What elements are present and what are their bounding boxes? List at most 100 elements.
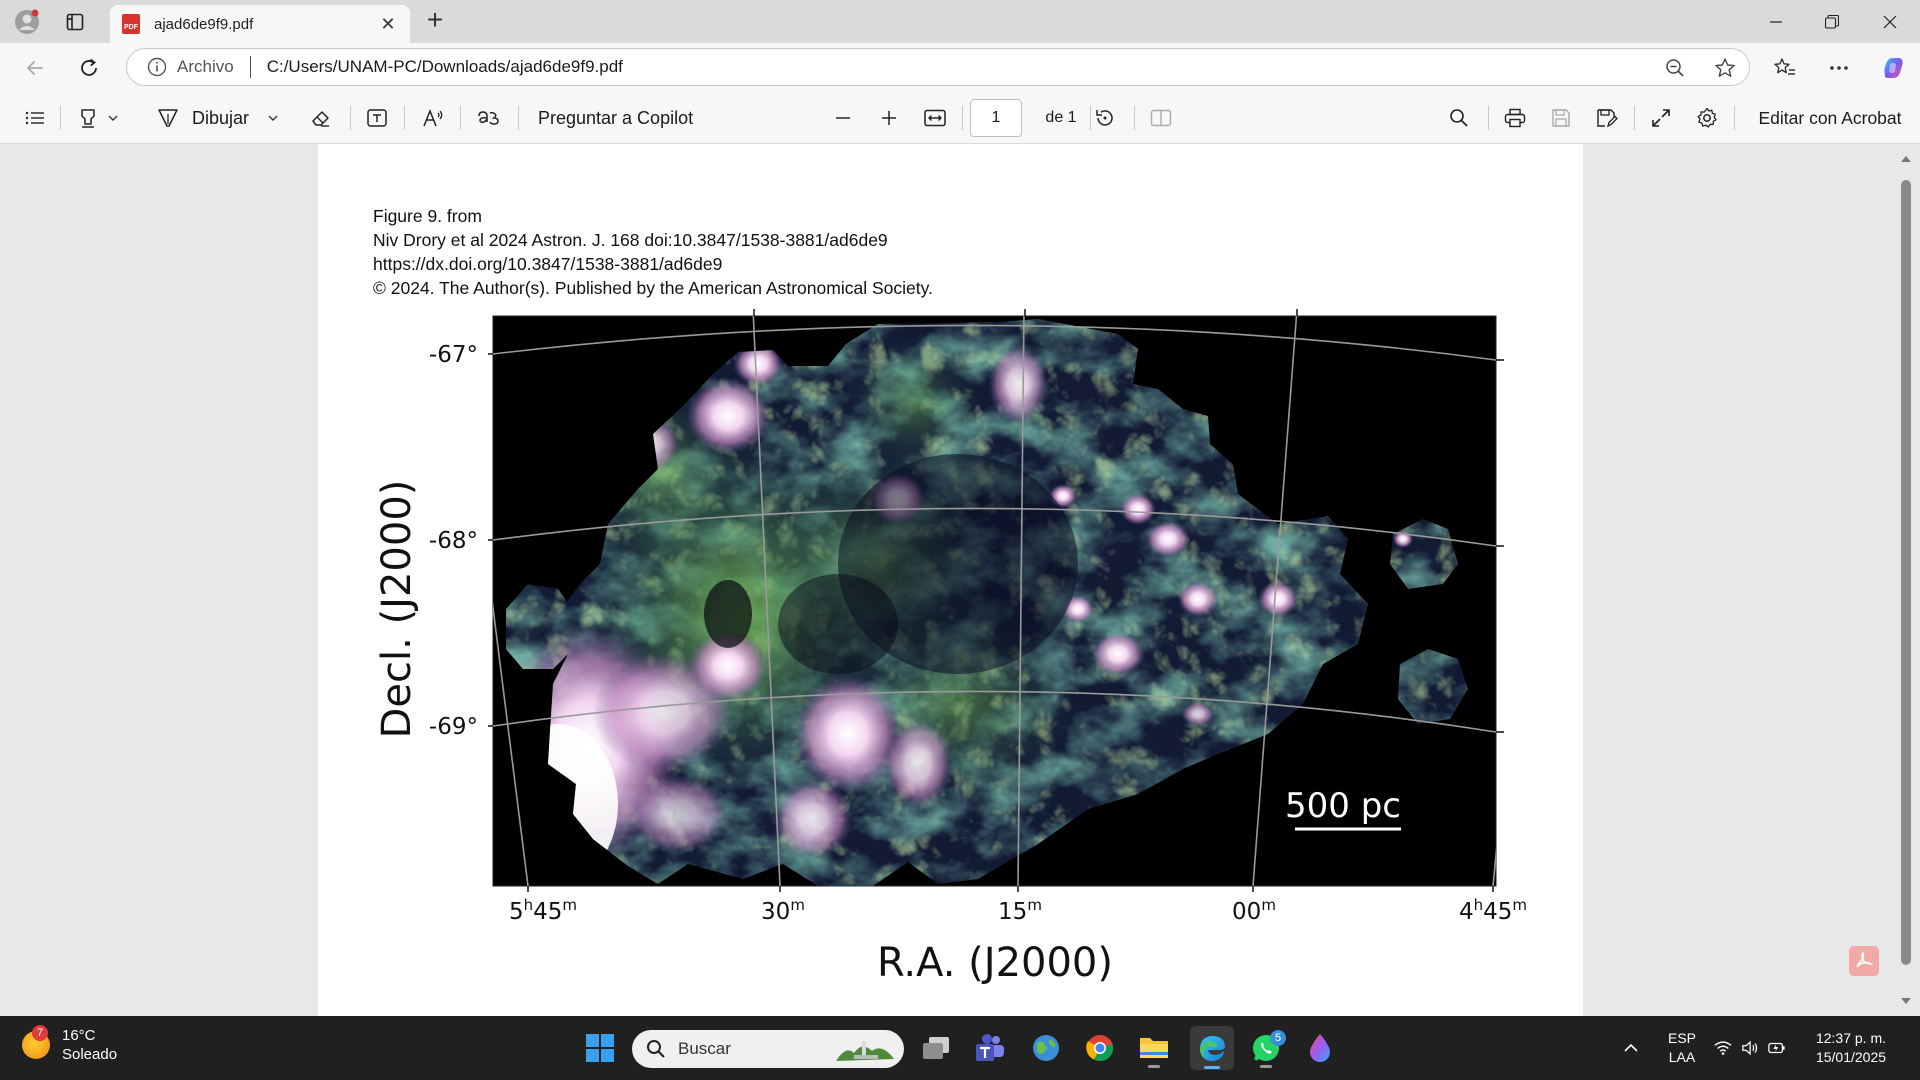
- fit-width-button[interactable]: [918, 101, 952, 135]
- scroll-down-icon[interactable]: [1899, 996, 1913, 1006]
- keyboard-layout-code: LAA: [1668, 1049, 1696, 1065]
- print-button[interactable]: [1498, 101, 1532, 135]
- close-window-button[interactable]: [1862, 0, 1918, 43]
- ask-copilot-button[interactable]: Preguntar a Copilot: [538, 101, 698, 135]
- printer-icon: [1504, 108, 1526, 128]
- toolbar-divider: [404, 106, 405, 130]
- tab-title: ajad6de9f9.pdf: [154, 15, 254, 33]
- zoom-button[interactable]: [1657, 49, 1693, 87]
- page-view-button[interactable]: [1144, 101, 1178, 135]
- file-explorer-button[interactable]: [1134, 1028, 1174, 1068]
- toolbar-divider: [1134, 106, 1135, 130]
- pdf-viewer-area[interactable]: Figure 9. from Niv Drory et al 2024 Astr…: [0, 144, 1920, 1016]
- add-text-button[interactable]: [360, 101, 394, 135]
- clock-button[interactable]: 12:37 p. m. 15/01/2025: [1796, 1016, 1906, 1080]
- two-page-icon: [1150, 109, 1172, 127]
- site-scheme-label: Archivo: [177, 57, 234, 76]
- draw-button[interactable]: Dibujar: [156, 101, 286, 135]
- tab-actions-button[interactable]: [58, 6, 92, 38]
- page-number-input[interactable]: 1: [970, 99, 1022, 137]
- folder-icon: [1140, 1038, 1168, 1058]
- new-tab-button[interactable]: +: [418, 5, 452, 39]
- color-drop-icon: [1310, 1034, 1330, 1062]
- search-highlight-illustration-icon: [836, 1041, 894, 1061]
- save-as-button[interactable]: [1590, 101, 1624, 135]
- read-aloud-button[interactable]: [416, 101, 450, 135]
- scrollbar-thumb[interactable]: [1901, 180, 1911, 965]
- info-icon: [147, 57, 167, 77]
- pdf-settings-button[interactable]: [1690, 101, 1724, 135]
- ra-tick-label-5h45m: 5h45m: [509, 896, 577, 925]
- title-bar: PDF ajad6de9f9.pdf ✕ +: [0, 0, 1920, 43]
- translate-button[interactable]: [472, 101, 506, 135]
- edge-button[interactable]: [1190, 1026, 1234, 1070]
- y-axis-title: Decl. (J2000): [374, 480, 420, 739]
- whatsapp-button[interactable]: 5: [1246, 1028, 1286, 1068]
- dec-tick-label-67: -67°: [429, 342, 478, 368]
- wifi-icon: [1714, 1041, 1732, 1055]
- full-screen-button[interactable]: [1644, 101, 1678, 135]
- battery-charging-icon: [1768, 1042, 1785, 1054]
- toolbar-divider: [1488, 106, 1489, 130]
- favorites-button[interactable]: [1768, 51, 1802, 85]
- zoom-out-button[interactable]: [826, 101, 860, 135]
- task-view-button[interactable]: [916, 1028, 956, 1068]
- task-view-icon: [923, 1037, 949, 1059]
- tab-actions-icon: [66, 13, 84, 31]
- tab-close-icon[interactable]: ✕: [378, 14, 398, 35]
- save-button[interactable]: [1544, 101, 1578, 135]
- windows-logo-icon: [586, 1034, 614, 1062]
- settings-more-button[interactable]: [1822, 51, 1856, 85]
- tab-active-pdf[interactable]: PDF ajad6de9f9.pdf ✕: [110, 5, 410, 43]
- profile-button[interactable]: [10, 6, 44, 38]
- active-indicator: [1204, 1066, 1220, 1069]
- copilot-button[interactable]: [1876, 51, 1910, 85]
- input-language-indicator[interactable]: ESP LAA: [1660, 1016, 1704, 1080]
- read-aloud-icon: [423, 108, 443, 127]
- url-text[interactable]: C:/Users/UNAM-PC/Downloads/ajad6de9f9.pd…: [267, 57, 623, 77]
- vertical-scrollbar[interactable]: [1897, 144, 1915, 1016]
- ra-tick-label-00m: 00m: [1232, 896, 1276, 925]
- rotate-button[interactable]: [1088, 101, 1122, 135]
- zoom-in-button[interactable]: [872, 101, 906, 135]
- contents-button[interactable]: [18, 101, 52, 135]
- expand-icon: [1652, 109, 1670, 127]
- figure-9-image: -67° -68° -69° 5h45m 30m 15m 00m 4h45m R…: [374, 309, 1527, 986]
- weather-widget[interactable]: 7 16°C Soleado: [22, 1025, 118, 1064]
- acrobat-floating-button[interactable]: [1849, 946, 1879, 976]
- weather-temperature: 16°C: [62, 1027, 96, 1044]
- restore-icon: [1825, 14, 1839, 29]
- zoom-out-icon: [1666, 59, 1684, 77]
- restore-button[interactable]: [1804, 0, 1860, 43]
- weather-description: Soleado: [62, 1046, 118, 1063]
- show-hidden-icons-button[interactable]: [1616, 1016, 1646, 1080]
- plus-icon: [882, 111, 896, 125]
- highlight-button[interactable]: [72, 101, 124, 135]
- chevron-up-icon: [1624, 1043, 1638, 1052]
- teams-button[interactable]: [970, 1028, 1010, 1068]
- paint-app-button[interactable]: [1300, 1028, 1340, 1068]
- refresh-button[interactable]: [72, 51, 106, 85]
- weather-badge: 7: [32, 1025, 48, 1041]
- system-status-tray[interactable]: [1714, 1016, 1786, 1080]
- favorite-button[interactable]: [1707, 49, 1743, 87]
- edit-with-acrobat-button[interactable]: Editar con Acrobat: [1750, 101, 1910, 135]
- rotate-icon: [1096, 110, 1113, 126]
- maps-app-button[interactable]: [1026, 1028, 1066, 1068]
- erase-button[interactable]: [304, 101, 338, 135]
- start-button[interactable]: [580, 1028, 620, 1068]
- find-button[interactable]: [1442, 101, 1476, 135]
- address-bar: Archivo C:/Users/UNAM-PC/Downloads/ajad6…: [0, 43, 1920, 92]
- arrow-left-icon: [26, 61, 43, 75]
- toolbar-divider: [460, 106, 461, 130]
- omnibox[interactable]: Archivo C:/Users/UNAM-PC/Downloads/ajad6…: [126, 48, 1750, 86]
- language-code: ESP: [1667, 1030, 1696, 1046]
- chrome-button[interactable]: [1080, 1028, 1120, 1068]
- draw-label: Dibujar: [192, 107, 250, 128]
- back-button[interactable]: [18, 51, 52, 85]
- taskbar-search-box[interactable]: Buscar: [632, 1030, 904, 1068]
- minimize-button[interactable]: [1748, 0, 1804, 43]
- scroll-up-icon[interactable]: [1899, 154, 1913, 164]
- search-icon: [1450, 109, 1468, 127]
- list-icon: [25, 111, 44, 125]
